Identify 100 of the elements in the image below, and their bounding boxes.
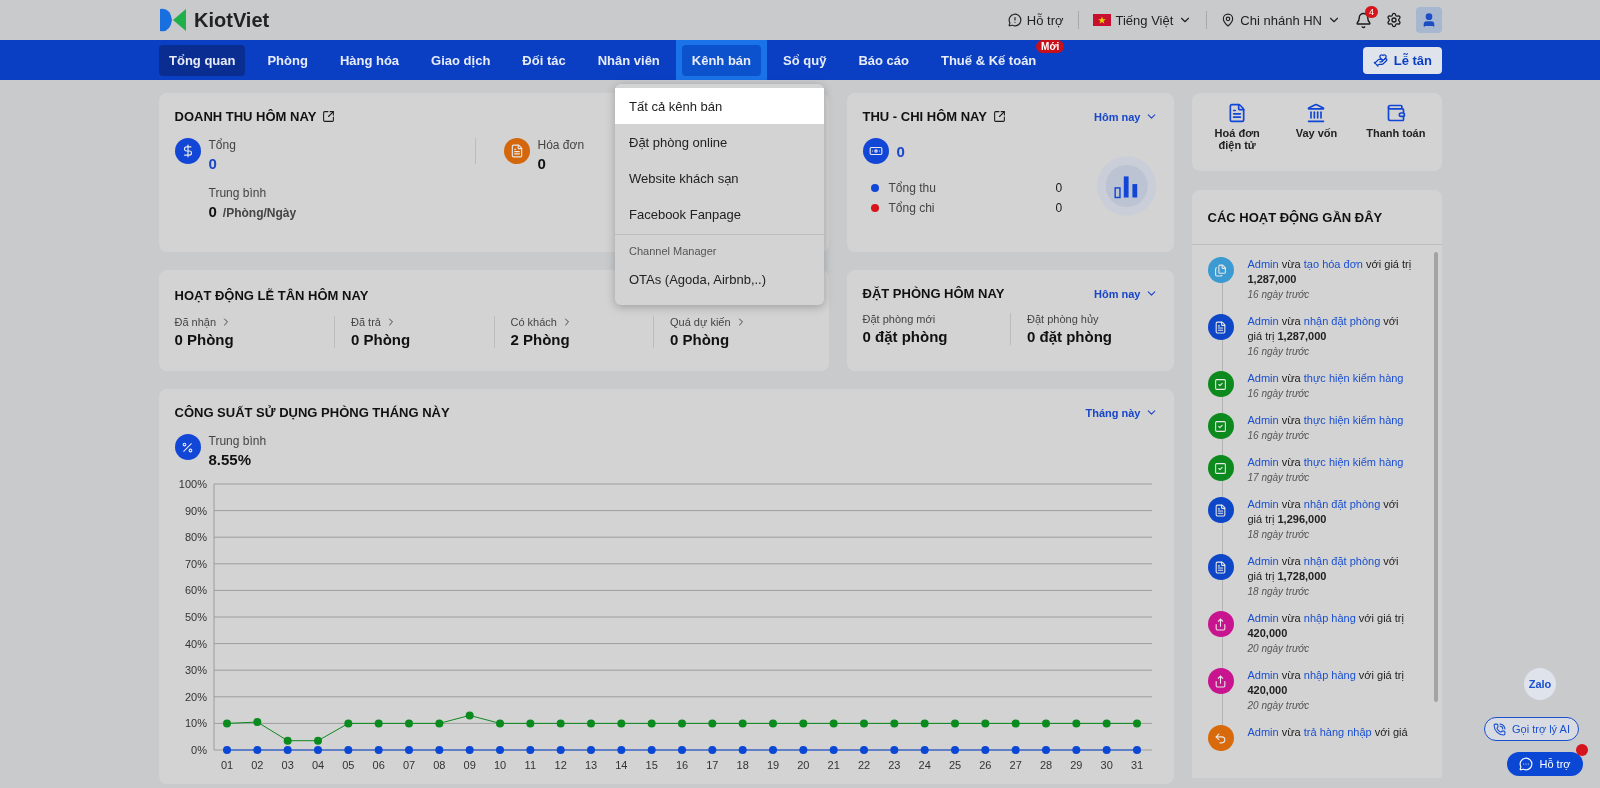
shortcut-icon[interactable] <box>1306 103 1327 123</box>
reception-button[interactable]: Lễ tân <box>1362 46 1442 74</box>
axis-label: 28 <box>1039 759 1052 771</box>
chat-icon <box>1519 757 1534 771</box>
nav-tab[interactable]: Kênh bán <box>681 44 762 76</box>
period-select[interactable]: Tháng này <box>1085 406 1158 419</box>
shortcut-icon[interactable] <box>1227 103 1248 123</box>
data-point <box>677 746 686 754</box>
nav-tab[interactable]: Đối tác <box>512 44 576 76</box>
legend-label: Tổng thu <box>888 181 936 195</box>
activity-link[interactable]: nhận đặt phòng <box>1303 498 1381 510</box>
period-select[interactable]: Hôm nay <box>1094 287 1158 300</box>
menu-item[interactable]: Facebook Fanpage <box>615 196 824 232</box>
external-link-icon[interactable] <box>992 110 1006 123</box>
nav-tab[interactable]: Nhân viên <box>587 44 670 76</box>
activity-text: Admin vừa nhận đặt phòng với giá trị 1,728,000 <box>1247 554 1400 584</box>
nav-tab[interactable]: Hàng hóa <box>329 44 410 76</box>
activity-link[interactable]: Admin <box>1247 498 1279 510</box>
stat-label[interactable]: Có khách <box>510 316 653 328</box>
axis-label: 70% <box>184 557 207 570</box>
activity-link[interactable]: Admin <box>1247 726 1279 738</box>
stat-label: Tổng <box>208 138 236 152</box>
data-point <box>374 746 383 754</box>
activity-link[interactable]: tạo hóa đơn <box>1303 258 1363 270</box>
activity-link[interactable]: thực hiện kiểm hàng <box>1303 414 1404 426</box>
data-point <box>434 719 443 728</box>
nav-tab[interactable]: Sổ quỹ <box>773 44 837 76</box>
branch-select[interactable]: Chi nhánh HN <box>1221 12 1341 28</box>
menu-item[interactable]: Website khách sạn <box>615 160 824 196</box>
activity-link[interactable]: nhập hàng <box>1303 669 1356 681</box>
external-link-icon[interactable] <box>322 110 336 123</box>
activity-link[interactable]: Admin <box>1247 372 1279 384</box>
activity-icon <box>1207 725 1234 751</box>
activity-link[interactable]: thực hiện kiểm hàng <box>1303 456 1404 468</box>
activity-link[interactable]: Admin <box>1247 669 1279 681</box>
chat-alert-icon <box>1007 13 1022 27</box>
axis-label: 07 <box>402 759 415 771</box>
menu-item[interactable]: Tất cả kênh bán <box>615 88 824 124</box>
data-point <box>1071 746 1080 754</box>
axis-label: 23 <box>887 759 900 771</box>
language-select[interactable]: Tiếng Việt <box>1092 12 1193 28</box>
axis-label: 09 <box>463 759 476 771</box>
support-chat-button[interactable]: Hỗ trợ <box>1507 752 1583 776</box>
period-select[interactable]: Hôm nay <box>1094 110 1158 123</box>
stat-label: Trung bình <box>208 434 267 448</box>
card-title: CÔNG SUẤT SỬ DỤNG PHÒNG THÁNG NÀY <box>174 405 450 420</box>
stat-label[interactable]: Đã nhận <box>174 316 334 328</box>
activity-time: 20 ngày trước <box>1247 643 1311 654</box>
data-point <box>313 736 322 745</box>
nav-tab[interactable]: Phòng <box>257 44 318 76</box>
card-title: THU - CHI HÔM NAY <box>862 109 987 124</box>
menu-item[interactable]: Đặt phòng online <box>615 124 824 160</box>
activity-link[interactable]: nhập hàng <box>1303 612 1356 624</box>
activity-icon <box>1207 668 1234 694</box>
axis-label: 13 <box>584 759 597 771</box>
stat-value: 8.55% <box>208 451 253 468</box>
settings-icon[interactable] <box>1386 12 1402 28</box>
data-point <box>495 719 504 728</box>
legend-value: 0 <box>1055 201 1063 215</box>
axis-label: 20% <box>184 690 207 703</box>
zalo-button[interactable]: Zalo <box>1524 668 1556 700</box>
shortcut-label[interactable]: Hoá đơn điện tử <box>1206 127 1269 151</box>
percent-icon <box>174 434 201 460</box>
axis-label: 10 <box>493 759 506 771</box>
activity-link[interactable]: Admin <box>1247 258 1279 270</box>
stat-label[interactable]: Quá dự kiến <box>670 316 813 328</box>
axis-label: 03 <box>281 759 294 771</box>
ai-assistant-button[interactable]: Gọi trợ lý AI <box>1484 717 1579 741</box>
activity-link[interactable]: Admin <box>1247 456 1279 468</box>
data-point <box>859 746 868 754</box>
data-point <box>889 746 898 754</box>
nav-tab[interactable]: Tổng quan <box>159 44 246 76</box>
activity-icon <box>1207 257 1234 283</box>
support-link[interactable]: Hỗ trợ <box>1007 12 1064 28</box>
activity-link[interactable]: Admin <box>1247 414 1279 426</box>
activity-link[interactable]: thực hiện kiểm hàng <box>1303 372 1404 384</box>
axis-label: 20 <box>796 759 809 771</box>
menu-item[interactable]: OTAs (Agoda, Airbnb,..) <box>615 261 824 297</box>
activity-link[interactable]: nhận đặt phòng <box>1303 315 1381 327</box>
axis-label: 40% <box>184 637 207 650</box>
shortcut-label[interactable]: Vay vốn <box>1285 127 1348 139</box>
data-point <box>920 746 929 754</box>
axis-label: 15 <box>645 759 658 771</box>
bell-icon[interactable] <box>1355 11 1372 29</box>
activity-link[interactable]: nhận đặt phòng <box>1303 555 1381 567</box>
stat-label[interactable]: Đã trả <box>351 316 494 328</box>
activity-text: Admin vừa nhập hàng với giá trị 420,000 <box>1247 611 1405 641</box>
activity-text: Admin vừa nhập hàng với giá trị 420,000 <box>1247 668 1405 698</box>
shortcut-icon[interactable] <box>1385 103 1406 123</box>
avatar[interactable] <box>1416 7 1442 33</box>
activity-link[interactable]: Admin <box>1247 315 1279 327</box>
stat-label: Đặt phòng mới <box>862 313 937 325</box>
activity-link[interactable]: Admin <box>1247 555 1279 567</box>
activity-link[interactable]: trả hàng nhập <box>1303 726 1372 738</box>
activity-link[interactable]: Admin <box>1247 612 1279 624</box>
shortcut-label[interactable]: Thanh toán <box>1364 127 1427 139</box>
nav-tab[interactable]: Giao dịch <box>421 44 501 76</box>
nav-tab[interactable]: Báo cáo <box>848 44 919 76</box>
data-point <box>1071 719 1080 728</box>
data-point <box>980 746 989 754</box>
